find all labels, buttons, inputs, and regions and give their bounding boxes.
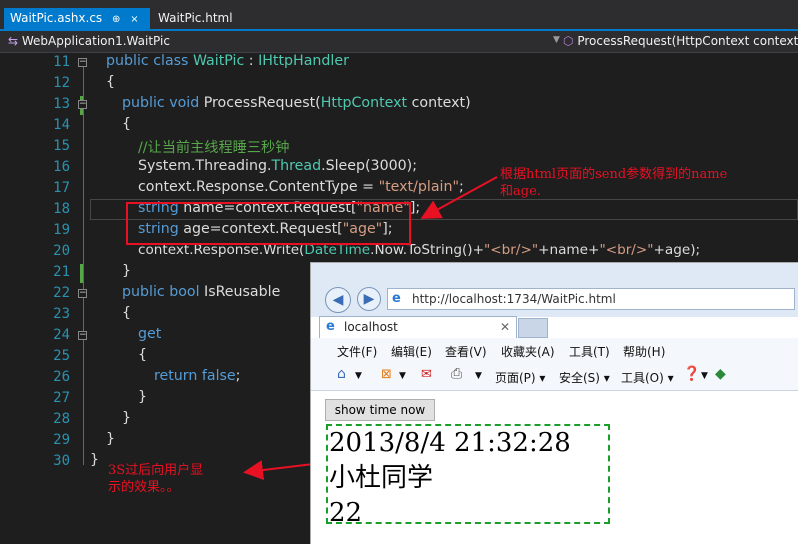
print-icon[interactable]: ⎙ [451, 366, 462, 382]
result-box: 2013/8/4 21:32:28 小杜同学 22 [326, 424, 610, 528]
ie-logo-icon: e [326, 319, 335, 334]
tools-menu[interactable]: 工具(O) ▾ [621, 369, 674, 386]
home-icon[interactable]: ⌂ [337, 366, 346, 382]
menu-edit[interactable]: 编辑(E) [391, 343, 432, 360]
show-time-button[interactable]: show time now [325, 399, 435, 421]
research-icon[interactable]: ◆ [715, 366, 726, 382]
menu-help[interactable]: 帮助(H) [623, 343, 665, 360]
annotation-line: 和age. [500, 184, 541, 199]
safety-menu[interactable]: 安全(S) ▾ [559, 369, 610, 386]
feeds-icon[interactable]: ⊠ [381, 367, 392, 382]
ie-logo-icon: e [392, 291, 401, 306]
result-age: 22 [329, 498, 363, 528]
annotation-top: 根据html页面的send参数得到的name 和age. [500, 166, 727, 200]
chevron-down-icon[interactable]: ▼ [355, 371, 362, 381]
chevron-down-icon[interactable]: ▼ [475, 371, 482, 381]
annotation-line: 示的效果。。 [108, 480, 180, 495]
menu-favorites[interactable]: 收藏夹(A) [501, 343, 555, 360]
page-menu[interactable]: 页面(P) ▾ [495, 369, 545, 386]
chevron-down-icon[interactable]: ▼ [701, 371, 708, 381]
help-icon[interactable]: ❓ [683, 366, 700, 382]
browser-toolbar: ◀ ▶ e http://localhost:1734/WaitPic.html [311, 263, 798, 317]
new-tab-button[interactable] [518, 318, 548, 338]
mail-icon[interactable]: ✉ [421, 367, 432, 382]
browser-tab-localhost[interactable]: e localhost ✕ [319, 316, 517, 338]
forward-button[interactable]: ▶ [357, 287, 381, 311]
menu-tools[interactable]: 工具(T) [569, 343, 610, 360]
chevron-down-icon[interactable]: ▼ [399, 371, 406, 381]
annotation-bottom: 3S过后向用户显 示的效果。。 [108, 462, 203, 496]
annotation-line: 根据html页面的send参数得到的name [500, 167, 728, 182]
tab-title: localhost [344, 320, 398, 334]
address-bar[interactable]: e http://localhost:1734/WaitPic.html [387, 288, 795, 310]
arrow-to-code [420, 176, 498, 219]
back-button[interactable]: ◀ [325, 287, 351, 313]
result-time: 2013/8/4 21:32:28 [329, 428, 571, 458]
command-bar: ⌂ ▼ ⊠ ▼ ✉ ⎙ ▼ 页面(P) ▾ 安全(S) ▾ 工具(O) ▾ ❓ … [311, 362, 798, 391]
url-text: http://localhost:1734/WaitPic.html [412, 292, 616, 306]
close-tab-icon[interactable]: ✕ [500, 317, 510, 337]
menu-bar: 文件(F) 编辑(E) 查看(V) 收藏夹(A) 工具(T) 帮助(H) [311, 338, 798, 362]
result-name: 小杜同学 [329, 463, 434, 493]
menu-view[interactable]: 查看(V) [445, 343, 487, 360]
page-content: show time now 2013/8/4 21:32:28 小杜同学 22 [311, 391, 798, 544]
annotation-line: 3S过后向用户显 [108, 463, 204, 478]
browser-window: ◀ ▶ e http://localhost:1734/WaitPic.html… [310, 262, 798, 544]
menu-file[interactable]: 文件(F) [337, 343, 377, 360]
